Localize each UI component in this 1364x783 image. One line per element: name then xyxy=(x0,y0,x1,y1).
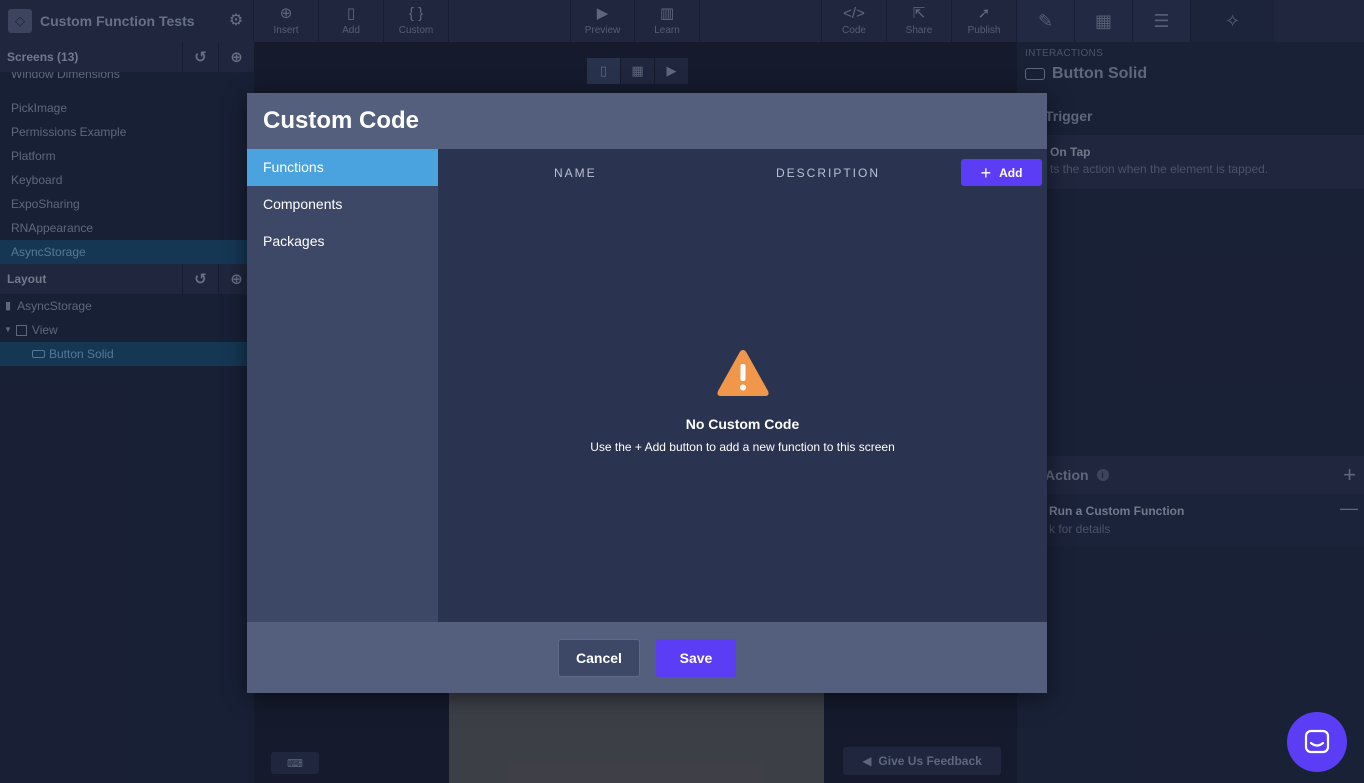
empty-state-title: No Custom Code xyxy=(685,416,800,432)
plus-icon: + xyxy=(980,162,992,183)
chat-button[interactable] xyxy=(1287,712,1347,772)
save-button[interactable]: Save xyxy=(656,639,736,677)
add-function-label: Add xyxy=(999,165,1023,180)
empty-state-subtitle: Use the + Add button to add a new functi… xyxy=(590,440,895,454)
modal-title: Custom Code xyxy=(263,107,419,134)
nav-item-components[interactable]: Components xyxy=(247,186,438,223)
nav-item-packages[interactable]: Packages xyxy=(247,223,438,260)
add-function-button[interactable]: + Add xyxy=(961,159,1042,186)
custom-code-modal: Custom Code Functions Components Package… xyxy=(247,93,1047,693)
column-header-description: DESCRIPTION xyxy=(776,166,881,180)
modal-nav: Functions Components Packages xyxy=(247,149,438,622)
chat-icon xyxy=(1304,729,1330,754)
functions-panel: NAME DESCRIPTION + Add No Custom Code Us… xyxy=(438,149,1047,622)
cancel-button[interactable]: Cancel xyxy=(558,639,640,677)
column-header-name: NAME xyxy=(554,166,597,180)
warning-icon xyxy=(717,350,769,396)
nav-item-functions[interactable]: Functions xyxy=(247,149,438,186)
